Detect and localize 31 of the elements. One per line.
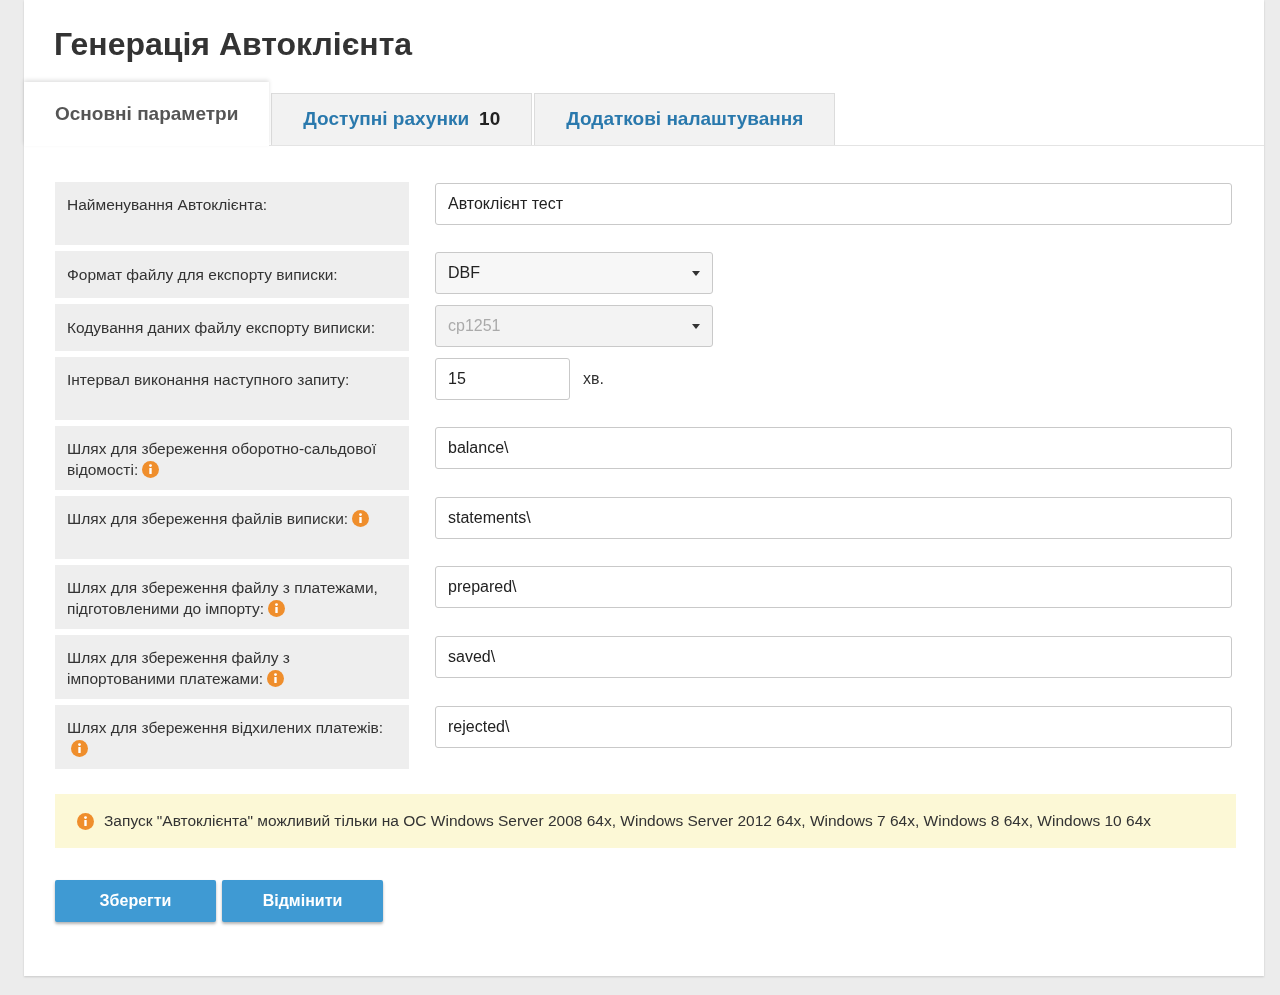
- field-label: Інтервал виконання наступного запиту:: [55, 357, 409, 420]
- dropdown[interactable]: DBF: [435, 252, 713, 294]
- info-icon: [142, 461, 160, 478]
- field-label: Шлях для збереження файлу з платежами, підготовленими до імпорту:: [55, 565, 409, 629]
- input-field[interactable]: 15: [435, 358, 570, 400]
- notice-text: Запуск "Автоклієнта" можливий тільки на ОС Windows Server 2008 64x, Windows Server 2012 64x, Windows 7 64x, Windows 8 64x, Windows 10 64x: [104, 811, 1152, 832]
- field-label: Шлях для збереження відхилених платежів:: [55, 705, 409, 769]
- field-label: Кодування даних файлу експорту виписки:: [55, 304, 409, 351]
- info-icon: [77, 812, 94, 830]
- caret-icon: [692, 270, 700, 276]
- info-icon: [71, 740, 88, 757]
- field-label: Шлях для збереження файлу з імпортованими платежами:: [55, 635, 409, 699]
- info-icon: [267, 670, 285, 687]
- unit-label: хв.: [583, 369, 604, 389]
- input-field[interactable]: Автоклієнт тест: [435, 183, 1232, 225]
- field-label: Найменування Автоклієнта:: [55, 182, 409, 245]
- info-icon: [352, 510, 370, 527]
- field-label: Шлях для збереження оборотно-сальдової відомості:: [55, 426, 409, 490]
- tab[interactable]: Додаткові налаштування: [534, 93, 836, 145]
- input-field[interactable]: rejected\: [435, 706, 1232, 748]
- input-field[interactable]: statements\: [435, 497, 1232, 539]
- input-field[interactable]: saved\: [435, 636, 1232, 678]
- field-label: Формат файлу для експорту виписки:: [55, 251, 409, 298]
- field-label: Шлях для збереження файлів виписки:: [55, 496, 409, 559]
- tab[interactable]: Основні параметри: [24, 82, 270, 146]
- page-title: Генерація Автоклієнта: [53, 25, 414, 64]
- input-field[interactable]: prepared\: [435, 566, 1232, 608]
- input-field[interactable]: balance\: [435, 427, 1232, 469]
- info-icon: [268, 600, 286, 617]
- caret-icon: [692, 323, 700, 329]
- tab[interactable]: Доступні рахунки 10: [271, 93, 533, 145]
